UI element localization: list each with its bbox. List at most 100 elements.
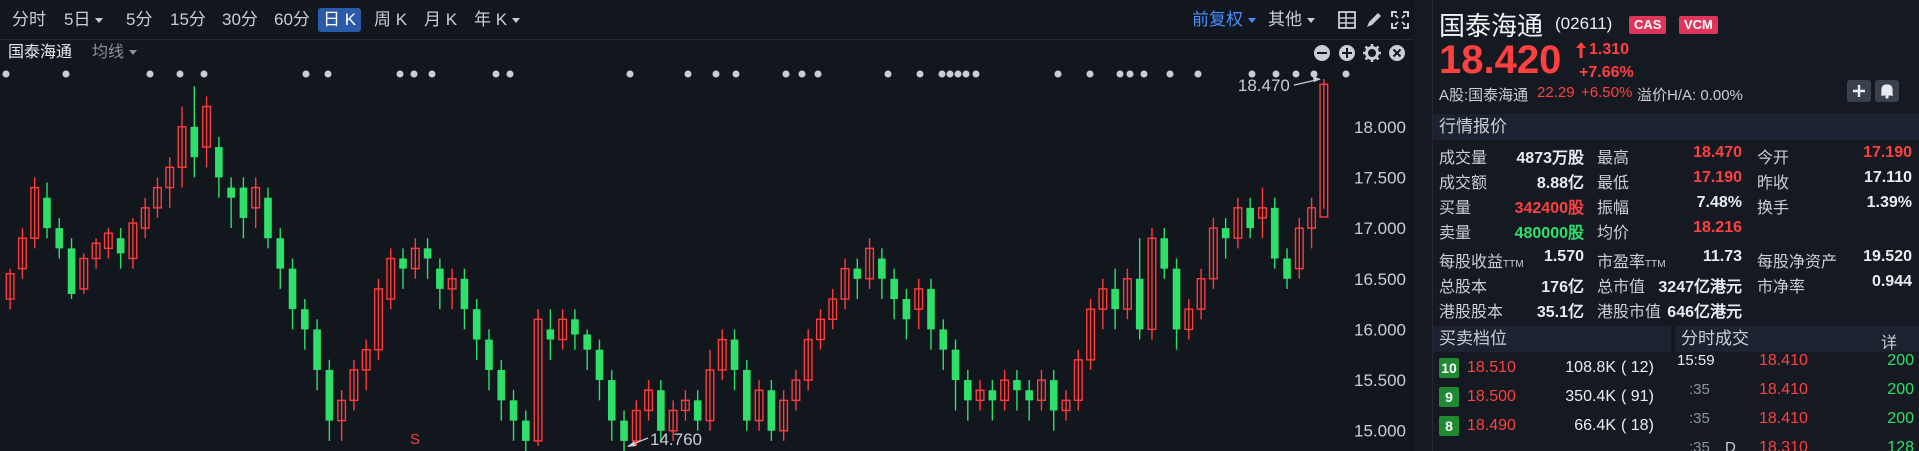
period-tab-year[interactable]: 年 K [474, 8, 521, 32]
chart-stock-name: 国泰海通 [8, 44, 73, 61]
period-tab-year-label: 年 K [474, 10, 508, 29]
ma-dropdown[interactable]: 均线 [92, 43, 138, 63]
zoom-out-icon[interactable] [1313, 44, 1331, 62]
candlestick-chart[interactable]: 18.000 17.500 17.000 16.500 16.000 15.500 15.0… [0, 66, 1414, 451]
event-dot [1054, 70, 1062, 78]
candle-body [595, 349, 604, 381]
book-level-badge: 8 [1439, 416, 1459, 436]
fundamental-label: 市净率 [1757, 273, 1805, 297]
fundamental-value: 3247亿港元 [1658, 279, 1742, 296]
y-tick-label: 15.500 [1354, 371, 1406, 390]
book-price: 18.490 [1467, 417, 1516, 434]
fundamental-label-text: 每股净资产 [1757, 254, 1838, 271]
period-tab-week[interactable]: 周 K [374, 8, 407, 32]
draw-pen-icon[interactable] [1364, 10, 1384, 30]
quote-label: 振幅 [1597, 200, 1630, 217]
candle-body [657, 390, 665, 431]
fundamental-value: 646亿港元 [1667, 304, 1742, 321]
y-tick-label: 16.000 [1354, 320, 1406, 339]
fundamental-value: 11.73 [1702, 248, 1742, 265]
event-dot [1342, 70, 1350, 78]
candle-body [583, 334, 592, 350]
tick-volume: 200 [1887, 381, 1914, 398]
fundamental-label-text: 总市值 [1597, 279, 1646, 296]
quote-value: 17.110 [1863, 169, 1912, 186]
event-dot [1194, 70, 1202, 78]
book-volume: 350.4K [1565, 388, 1616, 405]
last-price: 18.420 [1439, 38, 1562, 82]
quote-label: 换手 [1757, 200, 1790, 217]
event-dot [200, 70, 208, 78]
ttm-suffix: TTM [1645, 259, 1666, 270]
event-dot [2, 70, 10, 78]
close-icon[interactable] [1388, 44, 1406, 62]
candle-body [521, 420, 530, 441]
fundamental-value: 1.570 [1543, 248, 1584, 265]
period-tab-timeshare[interactable]: 分时 [12, 8, 46, 32]
period-tab-30min[interactable]: 30分 [222, 8, 258, 32]
sell-marker: S [410, 431, 420, 448]
candle-body [1160, 238, 1169, 269]
event-dot [972, 70, 980, 78]
fullscreen-icon[interactable] [1390, 10, 1410, 30]
bell-icon[interactable] [1875, 80, 1899, 102]
tag-vcm: VCM [1679, 16, 1718, 34]
ticks-detail-link[interactable]: 详 [1881, 329, 1897, 353]
book-orders: ( 91) [1621, 388, 1654, 405]
period-tab-15min[interactable]: 15分 [170, 8, 206, 32]
candle-body [300, 309, 309, 330]
candle-body [890, 278, 898, 300]
fundamental-label: 港股市值 [1597, 298, 1661, 322]
zoom-in-icon[interactable] [1338, 44, 1356, 62]
add-watchlist-icon[interactable] [1847, 80, 1871, 102]
quote-label: 最高 [1597, 150, 1630, 167]
a-share-pct: +6.50% [1581, 84, 1633, 101]
book-price: 18.500 [1467, 388, 1516, 405]
fundamental-label: 市盈率TTM [1597, 248, 1666, 272]
candle-body [1111, 288, 1119, 310]
candle-body [1025, 390, 1034, 401]
event-dot [916, 70, 924, 78]
other-dropdown[interactable]: 其他 [1268, 8, 1315, 32]
quote-label: 卖量 [1439, 225, 1472, 242]
event-dot [1086, 70, 1094, 78]
low-price-label: 14.760 [650, 430, 702, 449]
quote-value: 342400股 [1514, 200, 1584, 217]
candle-body [1283, 258, 1291, 279]
book-volume: 66.4K [1574, 417, 1616, 434]
candle-body [1135, 278, 1144, 330]
fundamental-value: 176亿 [1541, 279, 1584, 296]
arrow-up-icon [1576, 42, 1586, 58]
gear-icon[interactable] [1363, 44, 1381, 62]
candle-body [288, 268, 297, 310]
book-level-badge: 10 [1439, 358, 1459, 378]
period-tab-5min[interactable]: 5分 [126, 8, 152, 32]
period-tab-5day-label: 5日 [64, 10, 91, 29]
a-share-label[interactable]: A股:国泰海通 [1439, 84, 1528, 105]
high-price-label: 18.470 [1238, 76, 1290, 95]
y-tick-label: 16.500 [1354, 270, 1406, 289]
fundamental-label-text: 每股收益 [1439, 254, 1504, 271]
period-tab-day[interactable]: 日 K [318, 8, 362, 32]
period-tab-60min[interactable]: 60分 [274, 8, 310, 32]
adjust-dropdown[interactable]: 前复权 [1192, 8, 1256, 32]
high-arrow-head [1312, 76, 1321, 83]
tick-time: :35 [1689, 410, 1710, 427]
event-dot [1310, 70, 1318, 78]
grid-layout-icon[interactable] [1337, 10, 1357, 30]
tick-time: :35 [1689, 439, 1710, 451]
event-dot [814, 70, 822, 78]
book-level-badge: 9 [1439, 387, 1459, 407]
event-dot [1140, 70, 1148, 78]
candle-body [742, 369, 751, 421]
candle-body [472, 309, 481, 340]
event-dot [684, 70, 692, 78]
period-tab-5day[interactable]: 5日 [64, 8, 104, 32]
low-arrow-head [627, 441, 637, 447]
quote-label: 成交量 [1439, 150, 1488, 167]
candle-body [546, 329, 555, 340]
event-dot [962, 70, 970, 78]
event-dot [732, 70, 740, 78]
period-tab-month[interactable]: 月 K [424, 8, 457, 32]
candle-body [399, 258, 407, 269]
